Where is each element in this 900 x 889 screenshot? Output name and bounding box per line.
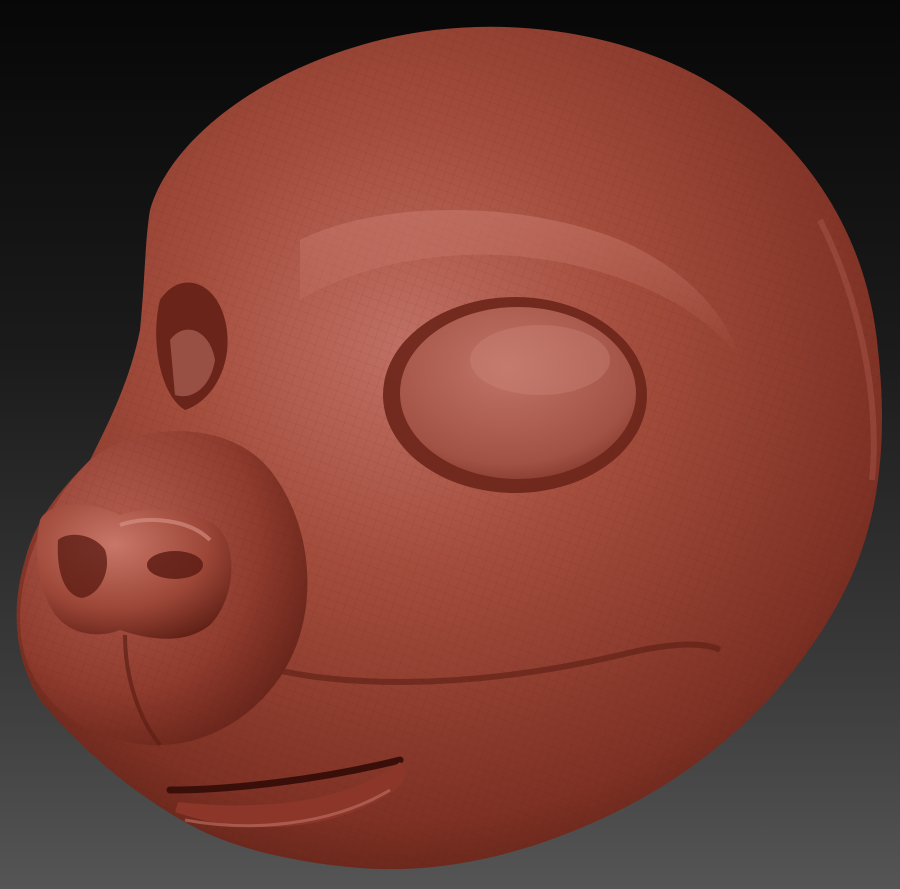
sculpt-viewport[interactable] (0, 0, 900, 889)
sculpt-canvas[interactable] (0, 0, 900, 889)
nostril (147, 551, 203, 579)
